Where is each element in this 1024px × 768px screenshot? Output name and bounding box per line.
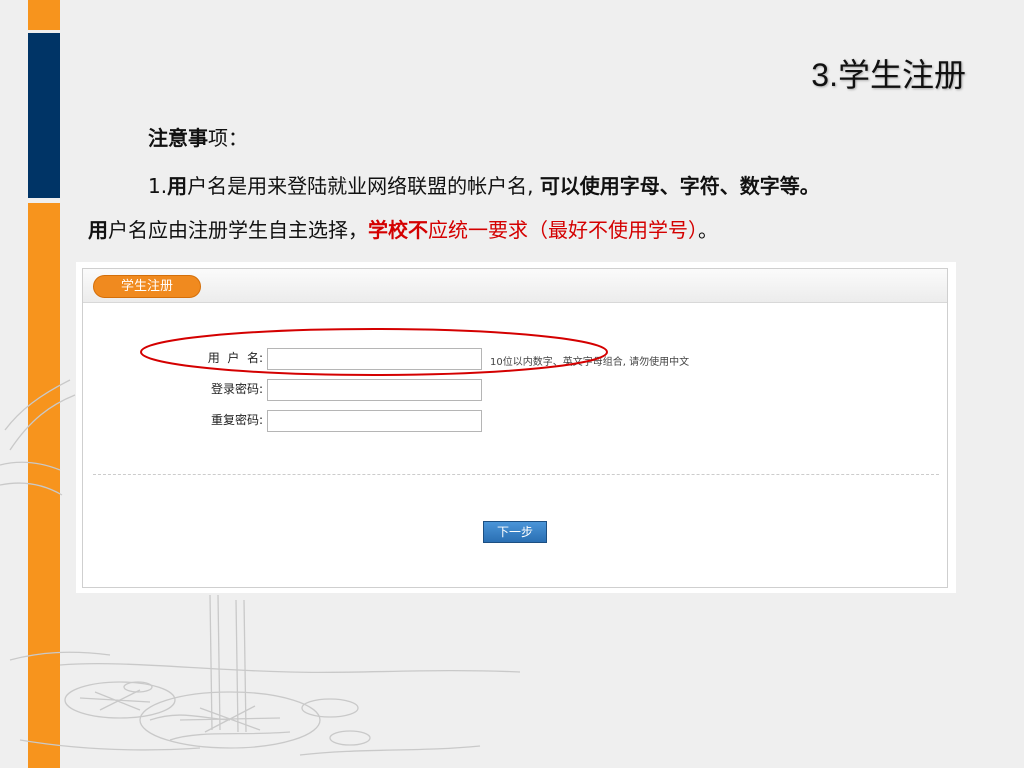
- password-input[interactable]: [267, 379, 482, 401]
- slide-title: 3.学生注册: [811, 57, 966, 93]
- form-header-tab: 学生注册: [93, 275, 201, 298]
- note-line-2-red: 应统一要求（最好不使用学号）: [428, 218, 698, 242]
- note-line-2-text: 户名应由注册学生自主选择，: [108, 218, 368, 242]
- note-line-2-red-bold: 学校不: [368, 218, 428, 242]
- notes-heading-rest: 项：: [208, 126, 248, 150]
- form-divider: [93, 474, 939, 475]
- repeat-password-input[interactable]: [267, 410, 482, 432]
- accent-bar-navy: [28, 33, 60, 198]
- next-step-button[interactable]: 下一步: [483, 521, 547, 543]
- username-hint: 10位以内数字、英文字母组合, 请勿使用中文: [490, 357, 690, 368]
- note-line-1: 1.用户名是用来登陆就业网络联盟的帐户名, 可以使用字母、字符、数字等。: [148, 170, 820, 199]
- note-line-2-bold-char: 用: [88, 218, 108, 242]
- note-line-1-number: 1.: [148, 174, 168, 198]
- note-line-2-end: 。: [698, 218, 718, 242]
- registration-screenshot: 学生注册 用 户 名: 10位以内数字、英文字母组合, 请勿使用中文 登录密码:…: [76, 262, 956, 593]
- form-header: 学生注册: [83, 269, 947, 303]
- registration-form: 学生注册 用 户 名: 10位以内数字、英文字母组合, 请勿使用中文 登录密码:…: [82, 268, 948, 588]
- notes-heading-bold: 注意事: [148, 126, 208, 150]
- repeat-password-label: 重复密码:: [210, 413, 263, 427]
- note-line-1-bold-char: 用: [167, 174, 188, 198]
- notes-heading: 注意事项：: [148, 122, 248, 151]
- username-label: 用 户 名:: [207, 351, 263, 365]
- accent-bar-top: [28, 0, 60, 30]
- note-line-2: 用户名应由注册学生自主选择，学校不应统一要求（最好不使用学号）。: [88, 214, 718, 243]
- password-label: 登录密码:: [210, 382, 263, 396]
- note-line-1-emphasis: 可以使用字母、字符、数字等。: [539, 174, 820, 198]
- note-line-1-text: 户名是用来登陆就业网络联盟的帐户名,: [187, 174, 540, 198]
- username-input[interactable]: [267, 348, 482, 370]
